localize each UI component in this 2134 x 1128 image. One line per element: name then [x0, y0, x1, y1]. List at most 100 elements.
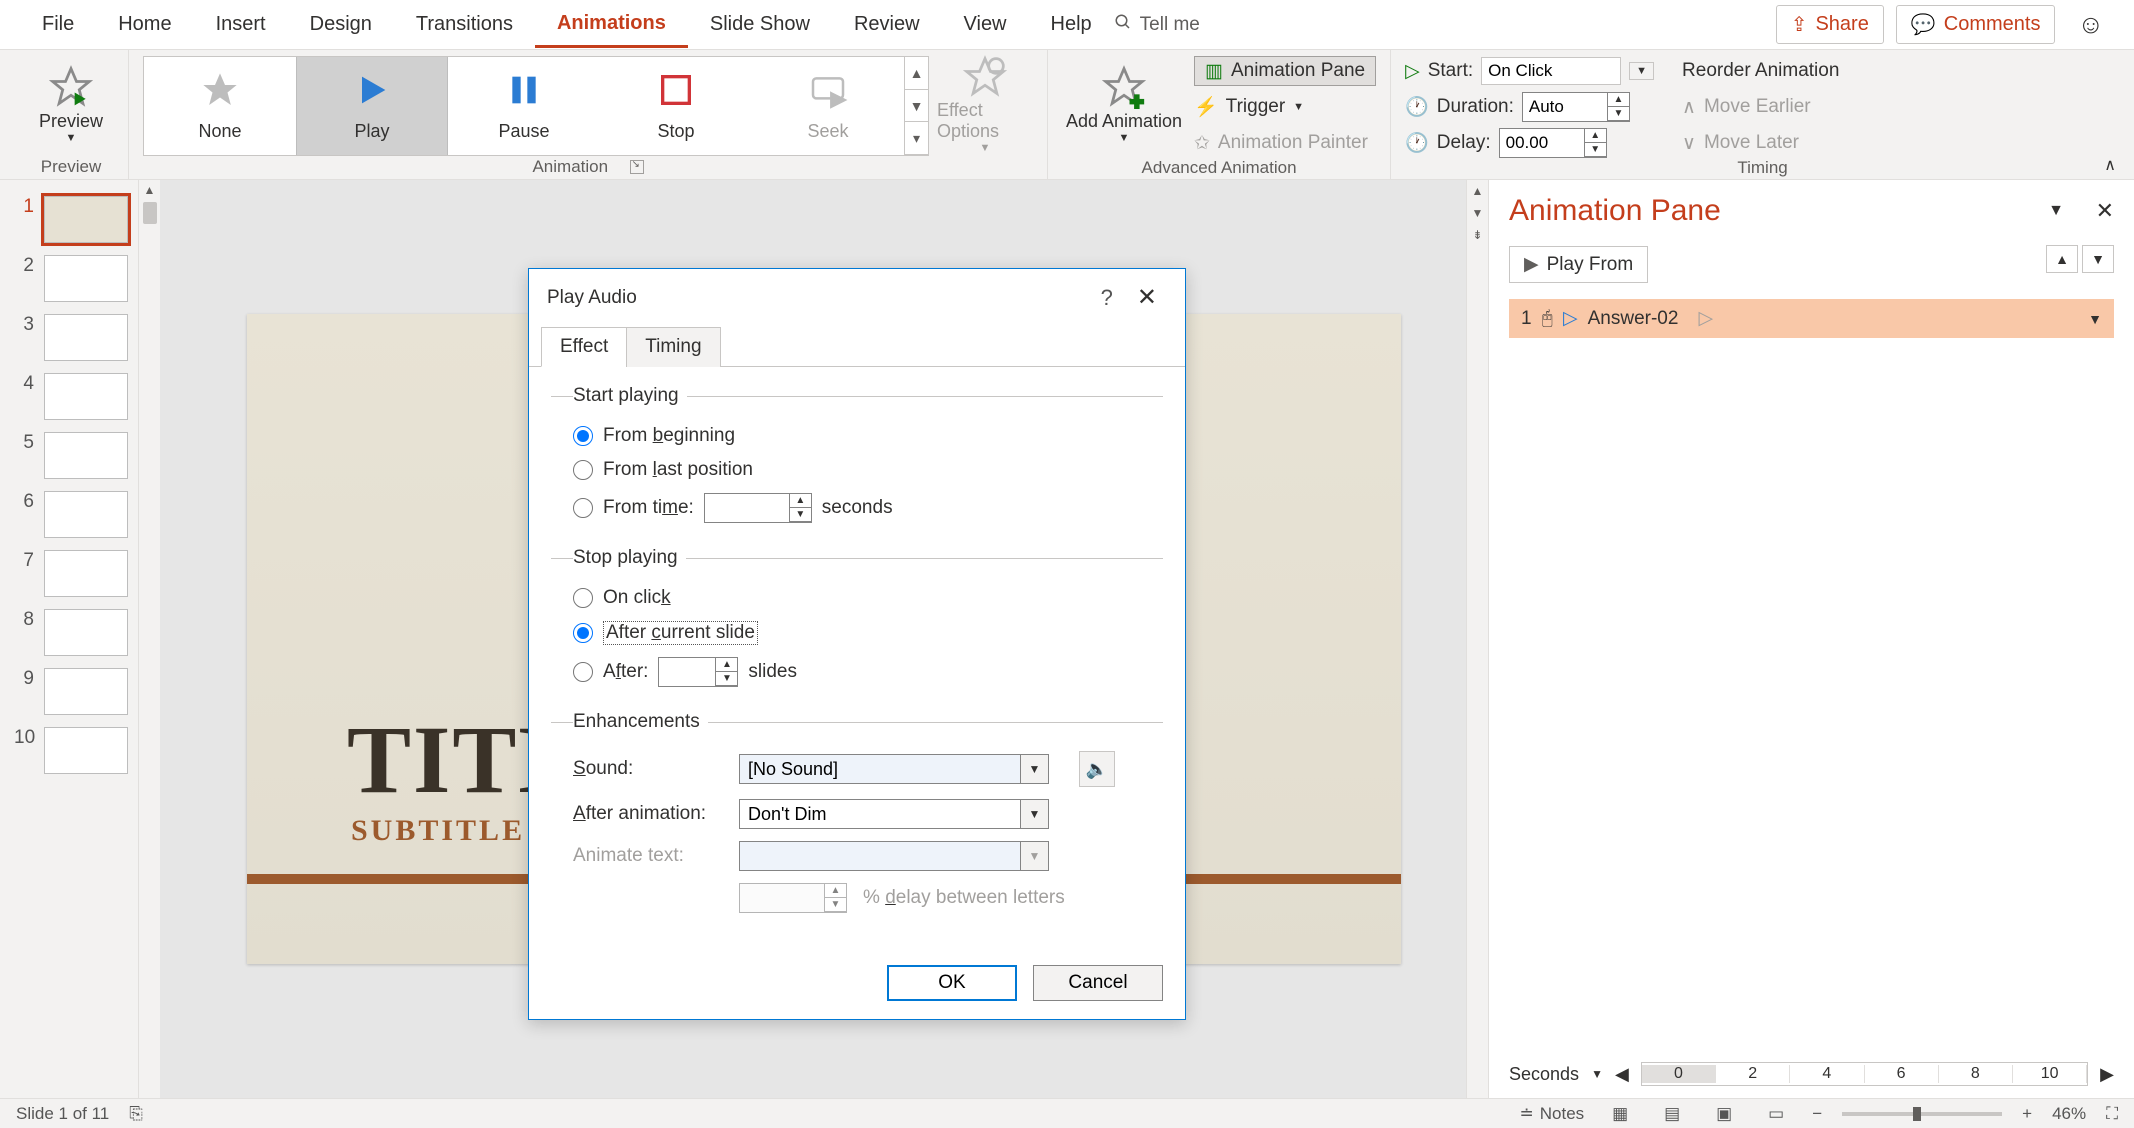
menu-animations[interactable]: Animations: [535, 2, 688, 48]
thumbnail-scrollbar[interactable]: ▲: [138, 180, 160, 1098]
from-time-spinner[interactable]: ▲▼: [704, 493, 812, 523]
chevron-down-icon[interactable]: ▼: [1629, 62, 1654, 80]
animation-pane-toggle[interactable]: ▥ Animation Pane: [1194, 56, 1376, 86]
collapse-ribbon-icon[interactable]: ∧: [2104, 155, 2116, 175]
radio-after-n-input[interactable]: [573, 662, 593, 682]
pane-options-icon[interactable]: ▼: [2048, 202, 2064, 220]
anim-item-dropdown-icon[interactable]: ▼: [2088, 311, 2102, 327]
start-combo[interactable]: [1481, 57, 1621, 85]
slide-thumb-8[interactable]: 8: [0, 603, 160, 662]
spin-down[interactable]: ▼: [1585, 143, 1606, 157]
add-animation-button[interactable]: Add Animation ▼: [1062, 56, 1186, 156]
menu-help[interactable]: Help: [1029, 3, 1114, 46]
after-slides-input[interactable]: [659, 658, 715, 686]
scroll-up-icon[interactable]: ▲: [139, 180, 160, 200]
sorter-view-icon[interactable]: ▤: [1656, 1102, 1688, 1126]
scroll-thumb[interactable]: [143, 202, 157, 224]
duration-input[interactable]: [1523, 93, 1607, 121]
ok-button[interactable]: OK: [887, 965, 1017, 1001]
delay-input[interactable]: [1500, 129, 1584, 157]
menu-review[interactable]: Review: [832, 3, 942, 46]
trigger-button[interactable]: ⚡ Trigger ▼: [1194, 92, 1376, 122]
spin-down[interactable]: ▼: [1608, 107, 1629, 121]
sound-input[interactable]: [740, 755, 1020, 783]
from-time-input[interactable]: [705, 494, 789, 522]
menu-file[interactable]: File: [20, 3, 96, 46]
play-from-button[interactable]: ▶ Play From: [1509, 246, 1648, 283]
menu-view[interactable]: View: [942, 3, 1029, 46]
cancel-button[interactable]: Cancel: [1033, 965, 1163, 1001]
chevron-down-icon[interactable]: ▼: [1020, 755, 1048, 783]
sound-combo[interactable]: ▼: [739, 754, 1049, 784]
normal-view-icon[interactable]: ▦: [1604, 1102, 1636, 1126]
zoom-slider[interactable]: [1842, 1112, 2002, 1116]
reorder-down-button[interactable]: ▼: [2082, 245, 2114, 273]
radio-after-current-input[interactable]: [573, 623, 593, 643]
slide-thumb-3[interactable]: 3: [0, 308, 160, 367]
gallery-more[interactable]: ▾: [905, 122, 928, 155]
scroll-down-icon[interactable]: ▼: [1467, 202, 1488, 224]
fit-to-window-icon[interactable]: ⛶: [2106, 1104, 2118, 1124]
anim-pause[interactable]: Pause: [448, 57, 600, 155]
gallery-down[interactable]: ▼: [905, 90, 928, 123]
spin-up[interactable]: ▲: [1585, 129, 1606, 143]
radio-from-beginning-input[interactable]: [573, 426, 593, 446]
notes-button[interactable]: ≐ Notes: [1520, 1104, 1585, 1124]
radio-on-click[interactable]: On click: [573, 581, 1163, 615]
timeline-right-icon[interactable]: ▶: [2100, 1064, 2114, 1085]
menu-design[interactable]: Design: [288, 3, 394, 46]
slide-thumb-9[interactable]: 9: [0, 662, 160, 721]
radio-from-time-input[interactable]: [573, 498, 593, 518]
radio-from-time[interactable]: From time: ▲▼ seconds: [573, 487, 1163, 529]
editor-scrollbar[interactable]: ▲ ▼ ⇟: [1466, 180, 1488, 1098]
radio-from-last-position[interactable]: From last position: [573, 453, 1163, 487]
zoom-level[interactable]: 46%: [2052, 1104, 2086, 1124]
menu-slideshow[interactable]: Slide Show: [688, 3, 832, 46]
tell-me-search[interactable]: Tell me: [1114, 13, 1200, 37]
sound-preview-button[interactable]: 🔈: [1079, 751, 1115, 787]
spin-down[interactable]: ▼: [790, 508, 811, 522]
menu-transitions[interactable]: Transitions: [394, 3, 535, 46]
accessibility-icon[interactable]: ⎘: [129, 1104, 143, 1124]
radio-from-last-input[interactable]: [573, 460, 593, 480]
slide-thumb-1[interactable]: 1: [0, 190, 160, 249]
zoom-handle[interactable]: [1913, 1107, 1921, 1121]
close-pane-icon[interactable]: ✕: [2096, 198, 2114, 224]
timeline-ruler[interactable]: 0 2 4 6 8 10: [1641, 1062, 2088, 1086]
smiley-feedback-icon[interactable]: ☺: [2067, 9, 2114, 40]
dialog-titlebar[interactable]: Play Audio ? ✕: [529, 269, 1185, 326]
slide-thumb-2[interactable]: 2: [0, 249, 160, 308]
scroll-up-icon[interactable]: ▲: [1467, 180, 1488, 202]
menu-home[interactable]: Home: [96, 3, 193, 46]
delay-spinner[interactable]: ▲▼: [1499, 128, 1607, 158]
zoom-out-icon[interactable]: −: [1812, 1104, 1822, 1124]
slideshow-view-icon[interactable]: ▭: [1760, 1102, 1792, 1126]
spin-up[interactable]: ▲: [716, 658, 737, 672]
duration-spinner[interactable]: ▲▼: [1522, 92, 1630, 122]
slide-thumb-5[interactable]: 5: [0, 426, 160, 485]
tab-timing[interactable]: Timing: [626, 327, 720, 367]
zoom-in-icon[interactable]: +: [2022, 1104, 2032, 1124]
chevron-down-icon[interactable]: ▼: [1020, 800, 1048, 828]
share-button[interactable]: ⇪ Share: [1776, 5, 1884, 44]
slide-thumb-10[interactable]: 10: [0, 721, 160, 780]
spin-up[interactable]: ▲: [790, 494, 811, 508]
scroll-down-double-icon[interactable]: ⇟: [1467, 224, 1488, 246]
after-slides-spinner[interactable]: ▲▼: [658, 657, 738, 687]
gallery-up[interactable]: ▲: [905, 57, 928, 90]
after-animation-combo[interactable]: ▼: [739, 799, 1049, 829]
anim-play[interactable]: Play: [296, 57, 448, 155]
slide-thumb-4[interactable]: 4: [0, 367, 160, 426]
dialog-launcher-icon[interactable]: [630, 160, 644, 174]
dialog-help-icon[interactable]: ?: [1087, 285, 1127, 311]
anim-none[interactable]: None: [144, 57, 296, 155]
reading-view-icon[interactable]: ▣: [1708, 1102, 1740, 1126]
spin-up[interactable]: ▲: [1608, 93, 1629, 107]
after-animation-input[interactable]: [740, 800, 1020, 828]
chevron-down-icon[interactable]: ▼: [1591, 1067, 1603, 1081]
radio-after-current-slide[interactable]: After current slide: [573, 615, 1163, 651]
reorder-up-button[interactable]: ▲: [2046, 245, 2078, 273]
menu-insert[interactable]: Insert: [194, 3, 288, 46]
timeline-left-icon[interactable]: ◀: [1615, 1064, 1629, 1085]
preview-button[interactable]: Preview ▼: [28, 56, 114, 156]
